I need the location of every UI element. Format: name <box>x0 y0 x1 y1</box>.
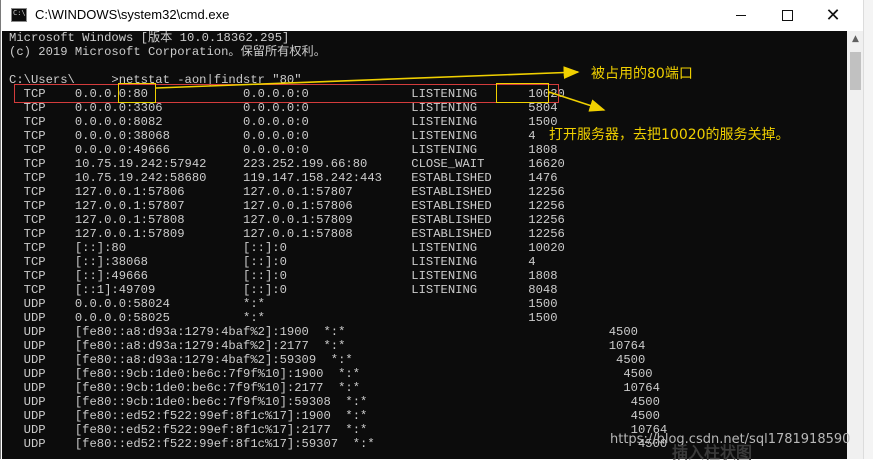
console-line: TCP [::]:38068 [::]:0 LISTENING 4 <box>9 255 536 269</box>
console-line: TCP 127.0.0.1:57807 127.0.0.1:57806 ESTA… <box>9 199 565 213</box>
console-line: UDP 0.0.0.0:58025 *:* 1500 <box>9 311 558 325</box>
close-icon: ✕ <box>825 4 841 26</box>
console-line: UDP [fe80::9cb:1de0:be6c:7f9f%10]:1900 *… <box>9 367 653 381</box>
console-line: TCP [::]:80 [::]:0 LISTENING 10020 <box>9 241 565 255</box>
console-line: UDP [fe80::ed52:f522:99ef:8f1c%17]:59307… <box>9 437 668 451</box>
console-line: TCP 10.75.19.242:58680 119.147.158.242:4… <box>9 171 558 185</box>
console-line: TCP 0.0.0.0:3306 0.0.0.0:0 LISTENING 580… <box>9 101 558 115</box>
console-line: (c) 2019 Microsoft Corporation。保留所有权利。 <box>9 45 326 59</box>
console-line: UDP [fe80::9cb:1de0:be6c:7f9f%10]:2177 *… <box>9 381 660 395</box>
console-line: TCP 127.0.0.1:57808 127.0.0.1:57809 ESTA… <box>9 213 565 227</box>
console-line: TCP 0.0.0.0:49666 0.0.0.0:0 LISTENING 18… <box>9 143 558 157</box>
window-title: C:\WINDOWS\system32\cmd.exe <box>35 7 230 22</box>
console-line: UDP [fe80::a8:d93a:1279:4baf%2]:59309 *:… <box>9 353 646 367</box>
console-line: TCP 127.0.0.1:57809 127.0.0.1:57808 ESTA… <box>9 227 565 241</box>
scroll-thumb[interactable] <box>850 52 861 90</box>
console-line: TCP 127.0.0.1:57806 127.0.0.1:57807 ESTA… <box>9 185 565 199</box>
minimize-icon <box>736 15 746 16</box>
background-page-text: 插入柱状图 <box>672 443 753 462</box>
scroll-up-arrow-icon[interactable]: ▲ <box>847 31 864 48</box>
console-line: UDP [fe80::ed52:f522:99ef:8f1c%17]:1900 … <box>9 409 660 423</box>
console-output[interactable]: Microsoft Windows [版本 10.0.18362.295] (c)… <box>2 31 847 459</box>
console-line: Microsoft Windows [版本 10.0.18362.295] <box>9 31 290 45</box>
minimize-button[interactable] <box>718 0 764 31</box>
title-bar[interactable]: C:\WINDOWS\system32\cmd.exe ✕ <box>1 0 856 31</box>
console-line: UDP [fe80::a8:d93a:1279:4baf%2]:1900 *:*… <box>9 325 638 339</box>
console-line: UDP [fe80::ed52:f522:99ef:8f1c%17]:2177 … <box>9 423 668 437</box>
console-line: TCP 0.0.0.0:80 0.0.0.0:0 LISTENING 10020 <box>9 87 565 101</box>
console-line: UDP [fe80::9cb:1de0:be6c:7f9f%10]:59308 … <box>9 395 660 409</box>
console-line: TCP [::]:49666 [::]:0 LISTENING 1808 <box>9 269 558 283</box>
console-line: C:\Users\ >netstat -aon|findstr "80" <box>9 73 302 87</box>
console-line: UDP [fe80::a8:d93a:1279:4baf%2]:2177 *:*… <box>9 339 646 353</box>
background-page-edge <box>863 0 873 459</box>
maximize-button[interactable] <box>764 0 810 31</box>
console-line: TCP [::1]:49709 [::]:0 LISTENING 8048 <box>9 283 558 297</box>
vertical-scrollbar[interactable]: ▲ <box>847 31 864 459</box>
cmd-console-icon[interactable] <box>11 8 27 22</box>
console-line: TCP 0.0.0.0:8082 0.0.0.0:0 LISTENING 150… <box>9 115 558 129</box>
console-line: UDP 0.0.0.0:58024 *:* 1500 <box>9 297 558 311</box>
console-line: TCP 10.75.19.242:57942 223.252.199.66:80… <box>9 157 565 171</box>
close-button[interactable]: ✕ <box>810 0 856 31</box>
cmd-window: C:\WINDOWS\system32\cmd.exe ✕ Microsoft … <box>0 0 864 459</box>
maximize-icon <box>781 10 793 21</box>
console-line: TCP 0.0.0.0:38068 0.0.0.0:0 LISTENING 4 <box>9 129 536 143</box>
